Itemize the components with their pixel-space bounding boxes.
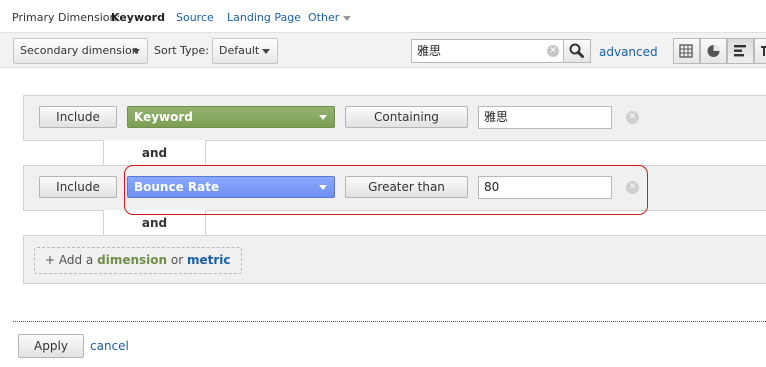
highlight-annotation bbox=[124, 165, 648, 215]
primary-dimension-keyword[interactable]: Keyword bbox=[111, 11, 165, 24]
secondary-dimension-label: Secondary dimension bbox=[20, 44, 139, 57]
add-dimension-or-metric-button[interactable]: + Add a dimension or metric bbox=[34, 247, 242, 274]
sort-type-select[interactable]: Default bbox=[212, 38, 278, 64]
secondary-dimension-select[interactable]: Secondary dimension bbox=[13, 38, 148, 64]
search-icon bbox=[569, 43, 584, 58]
chevron-down-icon bbox=[343, 15, 352, 21]
search-input[interactable]: 雅思 bbox=[411, 39, 564, 63]
add-dimension-link[interactable]: dimension bbox=[97, 253, 167, 267]
add-prefix: + Add a bbox=[45, 253, 94, 267]
view-table-button[interactable] bbox=[673, 38, 700, 64]
divider bbox=[13, 321, 766, 322]
chevron-down-icon bbox=[319, 115, 327, 120]
view-comparison-button[interactable] bbox=[754, 38, 766, 64]
operator-select-containing[interactable]: Containing bbox=[345, 106, 468, 128]
field-select-keyword[interactable]: Keyword bbox=[127, 106, 335, 128]
include-select-1[interactable]: Include bbox=[39, 106, 117, 128]
clear-search-icon[interactable]: ✕ bbox=[547, 45, 559, 57]
view-bar-button[interactable] bbox=[727, 38, 754, 64]
table-grid-icon bbox=[679, 44, 693, 58]
view-pie-button[interactable] bbox=[700, 38, 727, 64]
sort-type-label: Sort Type: bbox=[154, 44, 210, 57]
advanced-link[interactable]: advanced bbox=[599, 45, 658, 59]
bar-list-icon bbox=[734, 45, 746, 57]
other-label: Other bbox=[308, 11, 340, 24]
remove-filter-icon[interactable]: ✕ bbox=[626, 111, 639, 124]
primary-dimension-landing-page-link[interactable]: Landing Page bbox=[227, 11, 301, 24]
and-connector-1: and bbox=[103, 140, 206, 166]
primary-dimension-other-dropdown[interactable]: Other bbox=[308, 11, 352, 24]
apply-button[interactable]: Apply bbox=[18, 334, 84, 358]
include-select-2[interactable]: Include bbox=[39, 176, 117, 198]
search-button[interactable] bbox=[563, 39, 591, 63]
sort-type-value: Default bbox=[219, 44, 260, 57]
primary-dimension-label: Primary Dimension: bbox=[12, 11, 121, 24]
chevron-down-icon bbox=[262, 49, 270, 54]
comparison-icon bbox=[761, 46, 766, 56]
chevron-down-icon bbox=[132, 49, 140, 54]
primary-dimension-source-link[interactable]: Source bbox=[176, 11, 214, 24]
add-or: or bbox=[170, 253, 184, 267]
cancel-link[interactable]: cancel bbox=[90, 339, 129, 353]
add-metric-link[interactable]: metric bbox=[187, 253, 231, 267]
field-label: Keyword bbox=[134, 110, 193, 124]
pie-chart-icon bbox=[707, 45, 720, 57]
filter-value-input-1[interactable]: 雅思 bbox=[478, 106, 612, 129]
